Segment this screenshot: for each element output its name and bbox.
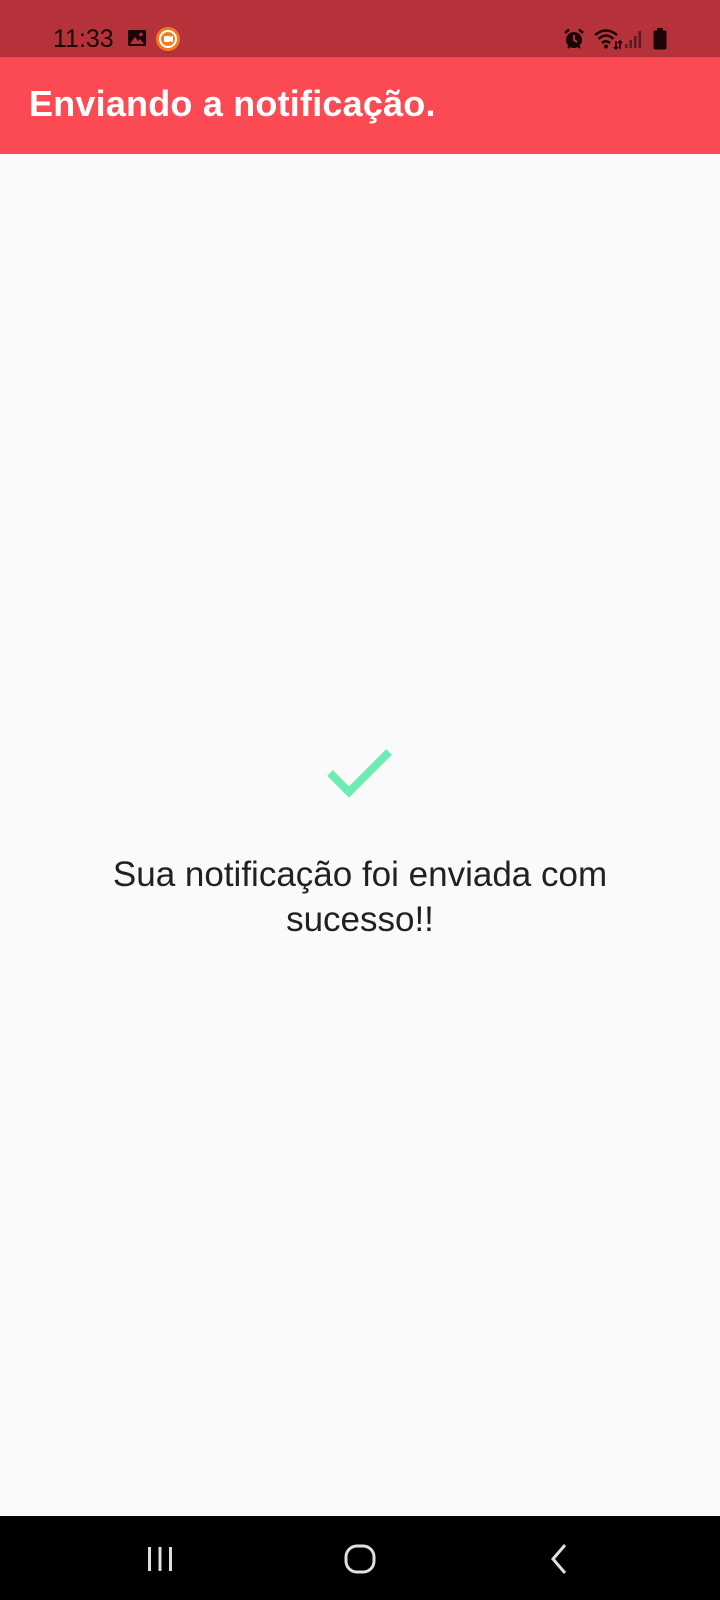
home-button[interactable] [300,1516,420,1600]
wifi-icon [593,27,623,56]
navigation-bar [0,1516,720,1600]
app-bar: Enviando a notificação. [0,57,720,154]
alarm-icon [562,27,586,56]
page-title: Enviando a notificação. [29,83,436,124]
success-message: Sua notificação foi enviada com sucesso!… [112,855,608,939]
home-icon [344,1543,376,1580]
status-time: 11:33 [53,25,114,53]
gallery-icon [127,29,147,52]
battery-icon [652,27,668,56]
signal-icon [624,29,644,54]
back-icon [548,1543,572,1580]
back-button[interactable] [500,1516,620,1600]
check-icon [326,748,394,805]
main-content [0,154,720,1516]
status-bar: 11:33 [0,0,720,57]
recent-apps-icon [145,1546,175,1577]
recent-apps-button[interactable] [100,1516,220,1600]
screen-recorder-icon [155,26,181,57]
